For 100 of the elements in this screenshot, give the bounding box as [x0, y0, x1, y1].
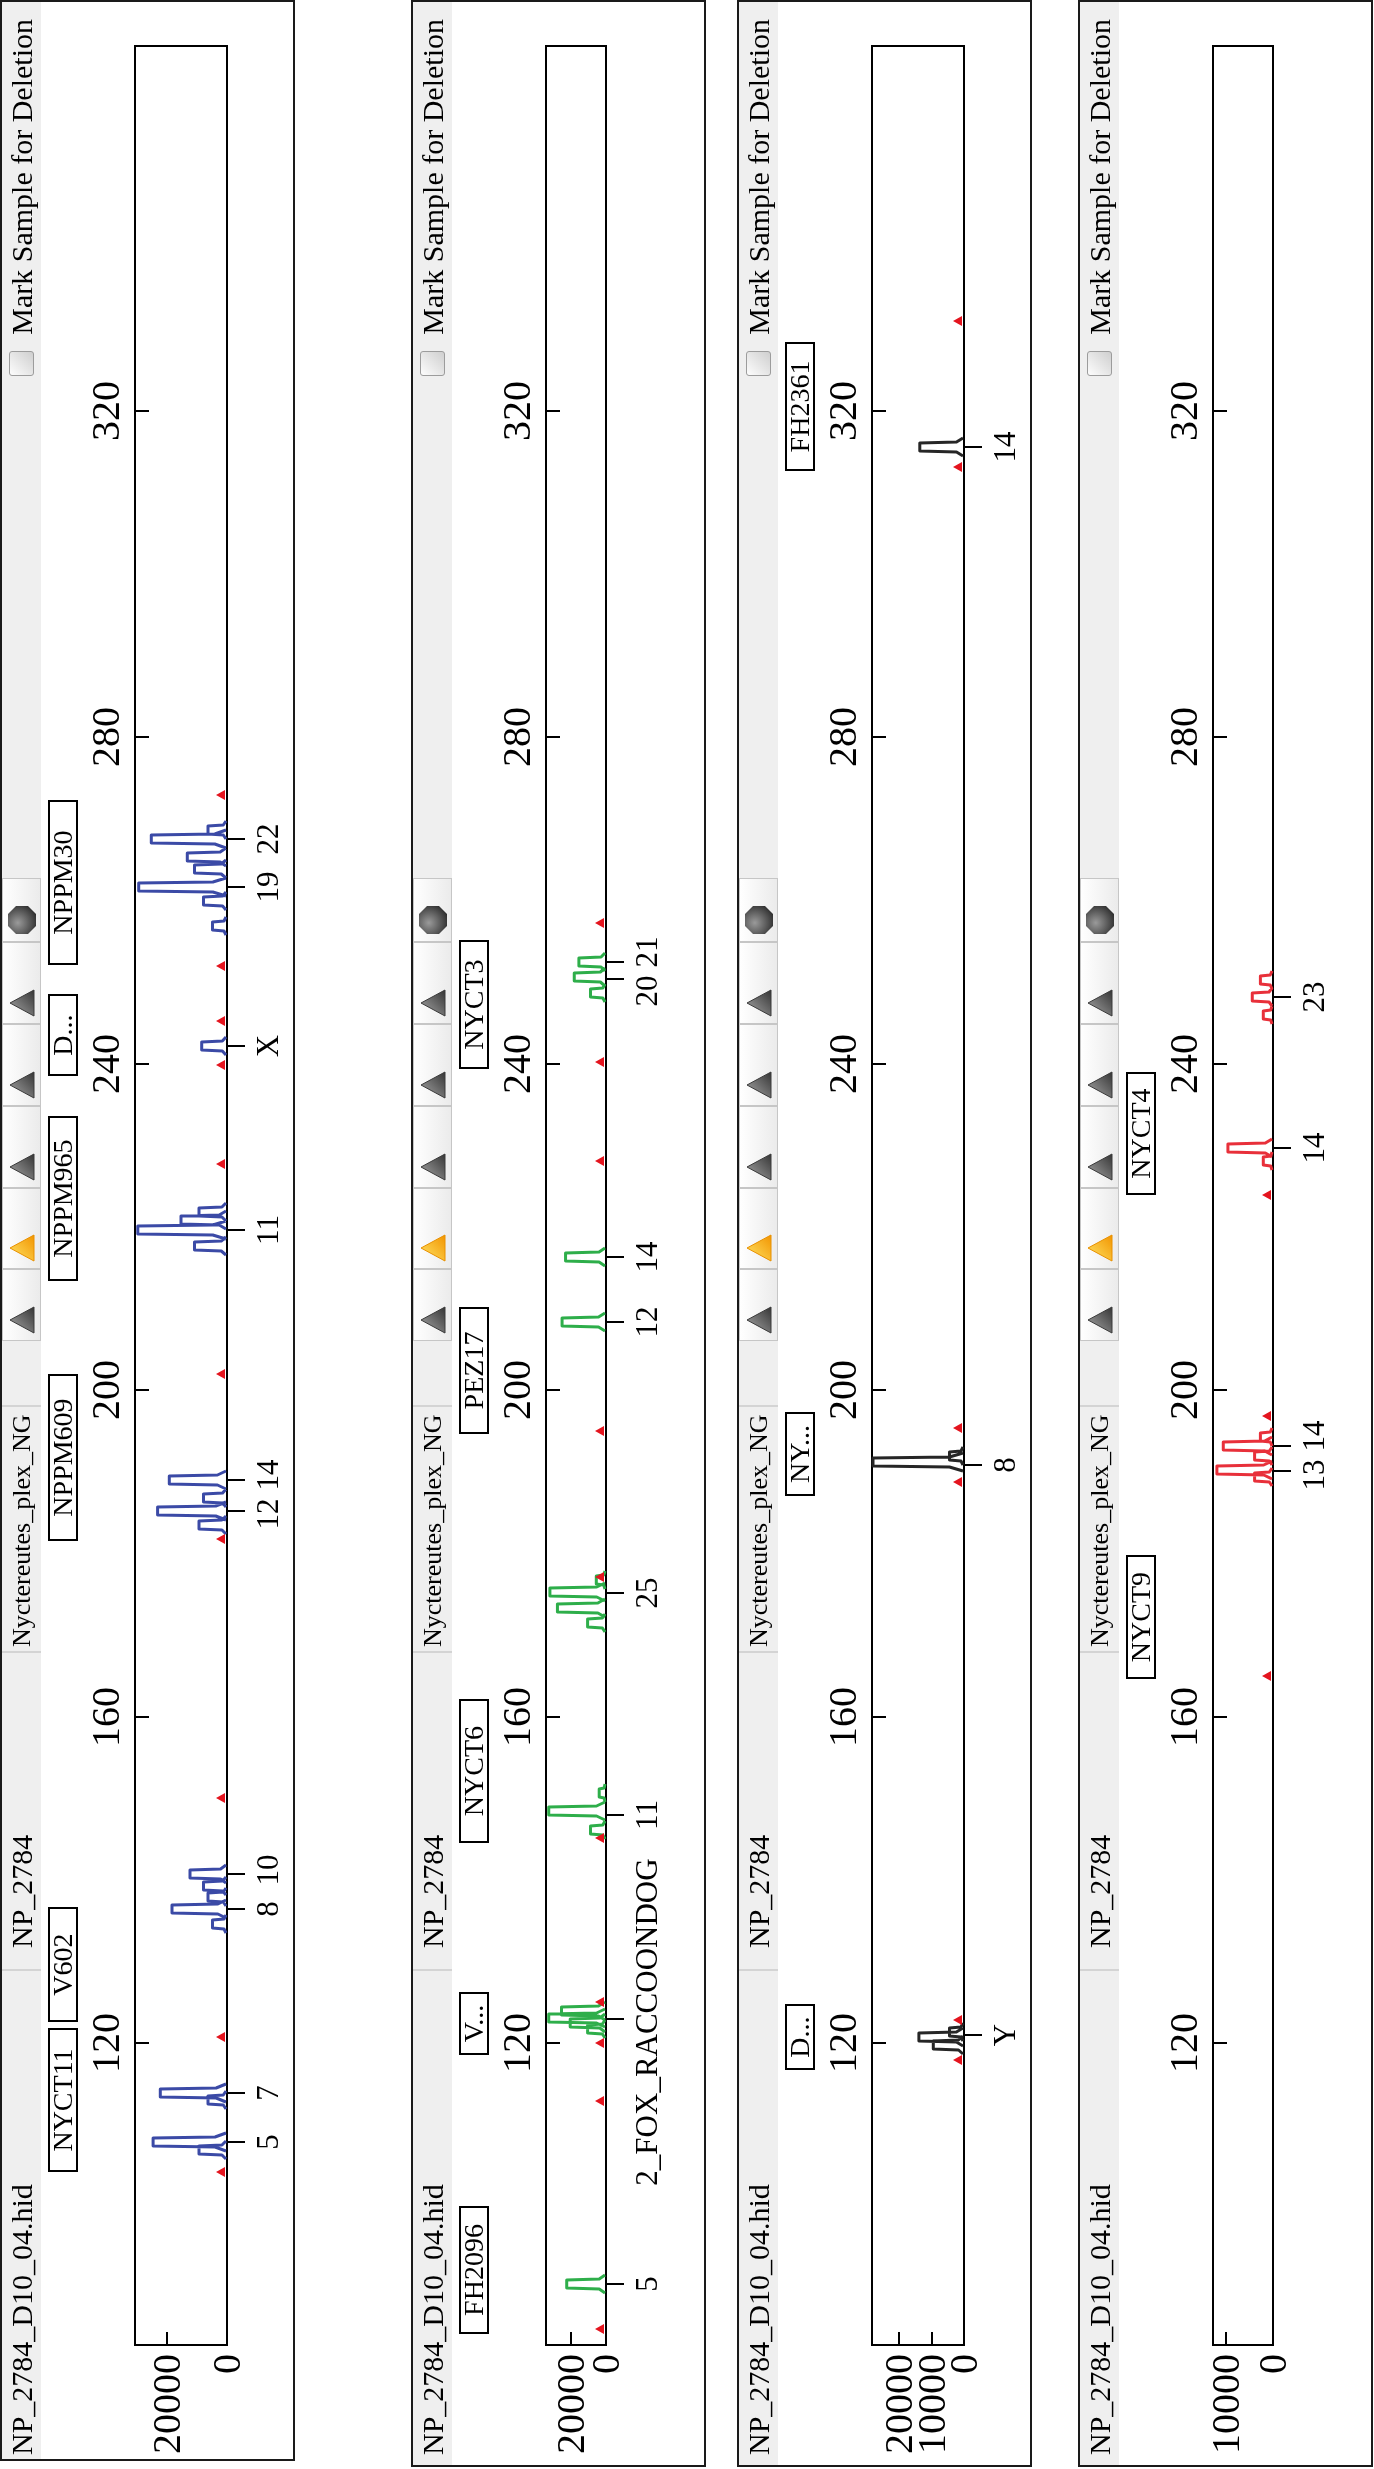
- sample-name: NP_2784: [6, 1834, 37, 1948]
- toolbar-button[interactable]: [739, 1024, 778, 1106]
- triangle-marker-icon: [953, 462, 962, 472]
- axis-tick-label: 240: [86, 1034, 126, 1094]
- panel-name: Nyctereutes_plex_NG: [745, 1414, 772, 1647]
- toolbar-button[interactable]: [413, 878, 452, 942]
- axis-tick-label: 200: [497, 1360, 537, 1420]
- triangle-marker-icon: [595, 1057, 604, 1067]
- marker-label: NYCT4: [1126, 1072, 1156, 1195]
- panel-name: Nyctereutes_plex_NG: [1086, 1414, 1113, 1647]
- toolbar-button[interactable]: [1080, 1106, 1119, 1188]
- toolbar-button[interactable]: [2, 942, 41, 1024]
- allele-label: 14: [989, 431, 1020, 463]
- marker-label: D...: [48, 994, 78, 1076]
- toolbar-button[interactable]: [1080, 1269, 1119, 1341]
- allele-label: 22: [252, 823, 283, 855]
- allele-label: 2_FOX_RACCOONDOG: [631, 1858, 662, 2186]
- triangle-marker-icon: [953, 316, 962, 326]
- toolbar-button[interactable]: [2, 1024, 41, 1106]
- marker-label: FH2096: [459, 2206, 489, 2334]
- allele-label: 19: [252, 871, 283, 903]
- toolbar-button[interactable]: [413, 1024, 452, 1106]
- checkbox[interactable]: [746, 350, 771, 376]
- toolbar-button[interactable]: [739, 942, 778, 1024]
- allele-label: 13: [1298, 1459, 1329, 1491]
- file-name: NP_2784_D10_04.hid: [417, 2184, 448, 2455]
- toolbar-button[interactable]: [739, 1106, 778, 1188]
- allele-label: 14: [1298, 1132, 1329, 1164]
- toolbar-button[interactable]: [1080, 942, 1119, 1024]
- axis-tick-label: 10000: [1211, 2354, 1241, 2454]
- toolbar-button[interactable]: [739, 1269, 778, 1341]
- allele-label: 5: [631, 2276, 662, 2292]
- allele-label: 7: [252, 2085, 283, 2101]
- triangle-marker-icon: [595, 2324, 604, 2334]
- marker-label: NYCT9: [1126, 1555, 1156, 1679]
- axis-tick-label: 320: [86, 381, 126, 441]
- checkbox[interactable]: [1087, 350, 1112, 376]
- axis-tick-label: 160: [497, 1687, 537, 1747]
- allele-label: 8: [252, 1901, 283, 1917]
- toolbar-button[interactable]: [2, 1106, 41, 1188]
- marker-label: NYCT3: [459, 940, 489, 1069]
- marker-label: NPPM30: [48, 800, 78, 965]
- triangle-marker-icon: [216, 1793, 225, 1803]
- marker-label: V602: [48, 1907, 78, 2022]
- checkbox[interactable]: [9, 350, 34, 376]
- toolbar-button[interactable]: [2, 1269, 41, 1341]
- panel-name: Nyctereutes_plex_NG: [419, 1414, 446, 1647]
- toolbar-button[interactable]: [1080, 878, 1119, 942]
- triangle-marker-icon: [216, 1159, 225, 1169]
- toolbar-button[interactable]: [1080, 1024, 1119, 1106]
- axis-tick-label: 200: [1164, 1360, 1204, 1420]
- axis-tick-label: 120: [86, 2013, 126, 2073]
- triangle-marker-icon: [595, 1997, 604, 2007]
- checkbox-label: Mark Sample for Deletion: [743, 19, 774, 335]
- checkbox-label: Mark Sample for Deletion: [1084, 19, 1115, 335]
- allele-label: 11: [631, 1800, 662, 1830]
- axis-tick-label: 120: [823, 2013, 863, 2073]
- axis-tick-label: 280: [86, 707, 126, 767]
- file-name: NP_2784_D10_04.hid: [743, 2184, 774, 2455]
- allele-label: 23: [1298, 981, 1329, 1013]
- marker-label: NPPM965: [48, 1116, 78, 1281]
- triangle-marker-icon: [953, 2015, 962, 2025]
- toolbar-button[interactable]: [2, 878, 41, 942]
- marker-label: NY...: [785, 1412, 815, 1496]
- toolbar-button[interactable]: [739, 878, 778, 942]
- axis-tick-label: 240: [497, 1034, 537, 1094]
- triangle-marker-icon: [216, 2032, 225, 2042]
- checkbox[interactable]: [420, 350, 445, 376]
- triangle-marker-icon: [595, 918, 604, 928]
- triangle-marker-icon: [595, 1833, 604, 1843]
- allele-label: 14: [252, 1459, 283, 1491]
- allele-label: X: [252, 1034, 283, 1058]
- checkbox-label: Mark Sample for Deletion: [6, 19, 37, 335]
- axis-tick-label: 280: [497, 707, 537, 767]
- triangle-marker-icon: [216, 2167, 225, 2177]
- axis-tick-label: 0: [591, 2354, 621, 2374]
- axis-tick-label: 20000: [556, 2354, 586, 2454]
- toolbar-button[interactable]: [413, 1106, 452, 1188]
- axis-tick-label: 120: [497, 2013, 537, 2073]
- allele-label: 14: [631, 1241, 662, 1273]
- toolbar-button[interactable]: [413, 1269, 452, 1341]
- allele-label: 21: [631, 936, 662, 968]
- marker-label: PEZ17: [459, 1307, 489, 1434]
- allele-label: 8: [989, 1457, 1020, 1473]
- allele-label: Y: [989, 2023, 1020, 2047]
- allele-label: 11: [252, 1215, 283, 1245]
- triangle-marker-icon: [216, 1060, 225, 1070]
- axis-tick-label: 320: [1164, 381, 1204, 441]
- marker-label: FH2361: [785, 342, 815, 471]
- triangle-marker-icon: [216, 1016, 225, 1026]
- sample-name: NP_2784: [743, 1834, 774, 1948]
- file-name: NP_2784_D10_04.hid: [1084, 2184, 1115, 2455]
- triangle-marker-icon: [1262, 1411, 1271, 1421]
- axis-tick-label: 10000: [917, 2354, 947, 2454]
- triangle-marker-icon: [595, 2038, 604, 2048]
- toolbar-button[interactable]: [413, 942, 452, 1024]
- axis-tick-label: 280: [823, 707, 863, 767]
- triangle-marker-icon: [1262, 1671, 1271, 1681]
- triangle-marker-icon: [953, 1423, 962, 1433]
- marker-label: NYCT6: [459, 1699, 489, 1843]
